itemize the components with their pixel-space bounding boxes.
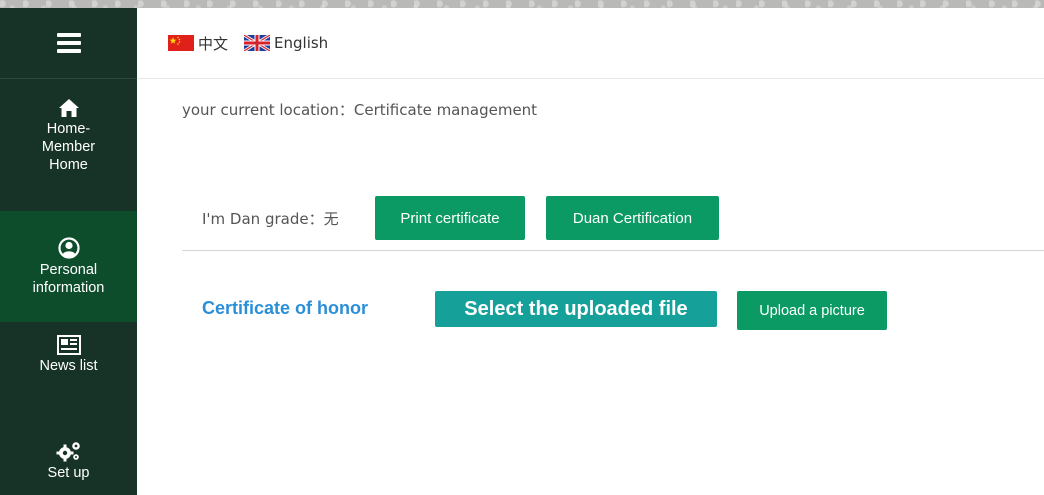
language-label: English — [274, 34, 329, 52]
hamburger-menu-icon — [56, 33, 81, 53]
china-flag-icon — [168, 35, 194, 51]
newspaper-icon — [56, 335, 81, 355]
dan-grade-row: I'm Dan grade：无 Print certificate Duan C… — [182, 196, 1044, 251]
menu-toggle-button[interactable] — [0, 8, 137, 79]
user-circle-icon — [57, 236, 80, 259]
sidebar-item-label: Home — [49, 157, 88, 173]
gears-icon — [56, 440, 82, 462]
uk-flag-icon — [243, 33, 271, 53]
sidebar-item-label: Home- — [46, 121, 91, 137]
sidebar-item-set-up[interactable]: Set up — [0, 440, 137, 482]
home-icon — [58, 98, 80, 118]
sidebar-item-label: News list — [39, 358, 98, 374]
sidebar-item-label: Member — [41, 139, 96, 155]
language-label: 中文 — [198, 34, 229, 53]
print-certificate-button[interactable]: Print certificate — [375, 196, 525, 240]
language-english-link[interactable]: English — [243, 33, 329, 53]
breadcrumb: your current location：Certificate manage… — [182, 101, 538, 119]
sidebar-item-label: information — [32, 279, 105, 296]
sidebar-item-label: Set up — [47, 465, 90, 481]
duan-certification-button[interactable]: Duan Certification — [546, 196, 719, 240]
language-chinese-link[interactable]: 中文 — [168, 33, 228, 54]
certificate-of-honor-title: Certificate of honor — [202, 298, 369, 318]
sidebar: Home- Member Home Personal information N… — [0, 8, 137, 495]
sidebar-item-personal-information[interactable]: Personal information — [0, 211, 137, 322]
top-bar: 中文 English — [137, 8, 1044, 79]
select-file-button[interactable]: Select the uploaded file — [435, 291, 717, 327]
sidebar-item-home[interactable]: Home- Member Home — [0, 98, 137, 174]
dan-grade-label: I'm Dan grade：无 — [202, 210, 339, 228]
sidebar-item-label: Personal — [39, 261, 98, 278]
upload-picture-button[interactable]: Upload a picture — [737, 291, 887, 330]
sidebar-item-news-list[interactable]: News list — [0, 335, 137, 375]
main-content: your current location：Certificate manage… — [137, 79, 1044, 495]
